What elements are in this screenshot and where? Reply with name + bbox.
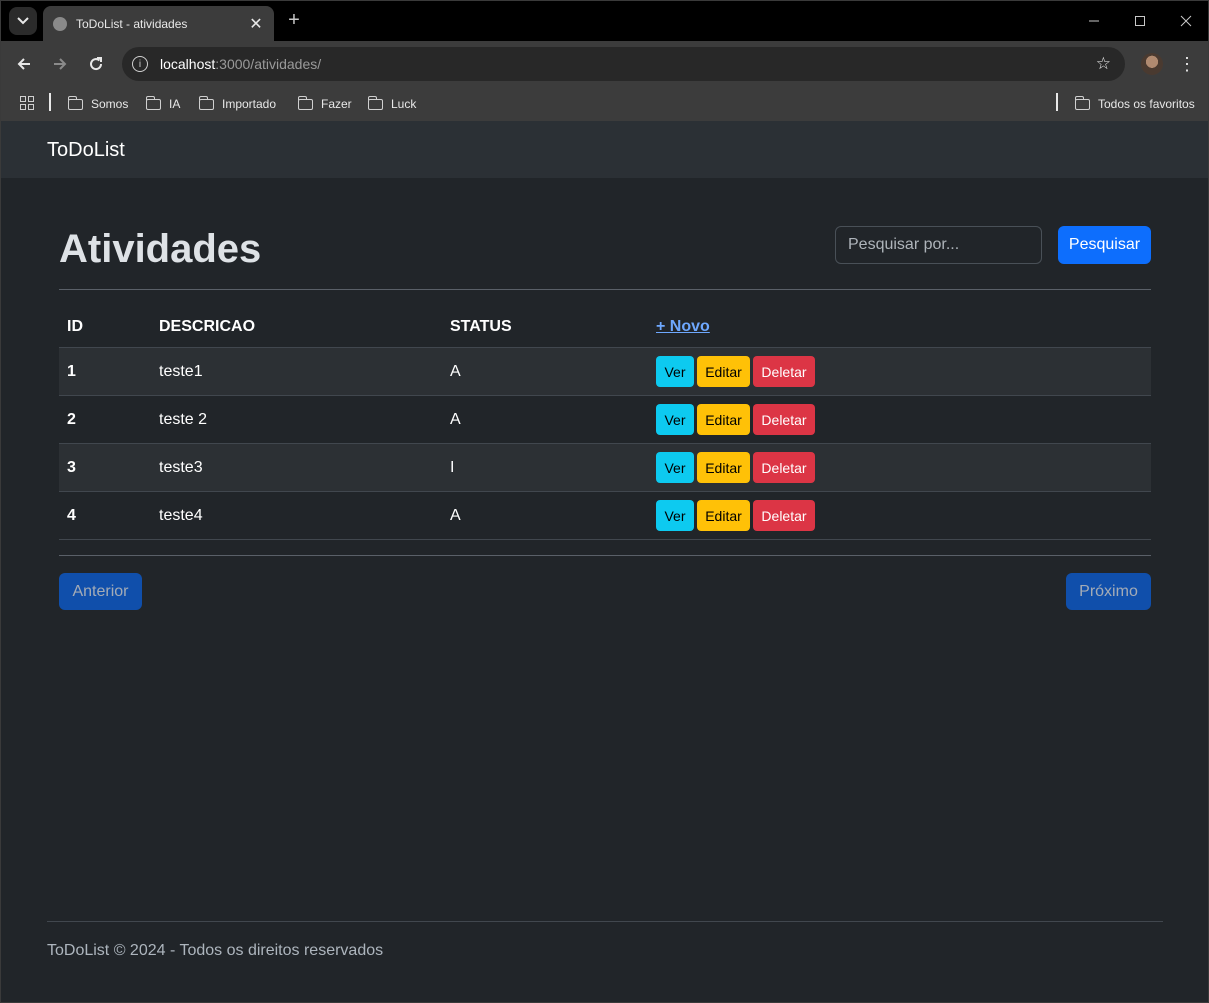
url-path: :3000/atividades/	[215, 56, 322, 72]
divider	[59, 555, 1151, 556]
bookmarks-bar: Somos IA Importado Fazer Luck Todos os f…	[1, 87, 1208, 122]
delete-button[interactable]: Deletar	[753, 500, 815, 531]
cell-status: A	[442, 491, 648, 540]
page-content: ToDoList Atividades Pesquisar ID DESCRIC…	[1, 121, 1208, 1002]
profile-avatar[interactable]	[1141, 53, 1163, 75]
browser-toolbar: i localhost:3000/atividades/ ☆ ⋮	[1, 41, 1208, 87]
cell-status: A	[442, 347, 648, 396]
next-page-button[interactable]: Próximo	[1066, 573, 1151, 610]
header-id: ID	[59, 307, 151, 348]
maximize-icon[interactable]	[1128, 9, 1152, 33]
bookmark-label: Fazer	[321, 97, 352, 111]
folder-icon	[67, 95, 83, 110]
folder-icon	[198, 95, 214, 110]
apps-grid-icon[interactable]	[20, 96, 34, 110]
header-descricao: DESCRICAO	[151, 307, 442, 348]
cell-actions: Ver Editar Deletar	[648, 395, 1151, 444]
view-button[interactable]: Ver	[656, 356, 694, 387]
bookmark-label: Importado	[222, 97, 277, 111]
bookmark-luck[interactable]: Luck	[367, 93, 417, 115]
cell-descricao: teste3	[151, 443, 442, 492]
table-row: 2 teste 2 A Ver Editar Deletar	[59, 395, 1151, 444]
tab-strip: ToDoList - atividades ✕ +	[1, 1, 1208, 41]
edit-button[interactable]: Editar	[697, 500, 750, 531]
bookmark-star-icon[interactable]: ☆	[1096, 54, 1111, 74]
chevron-down-icon	[17, 17, 29, 25]
bookmark-separator	[49, 93, 51, 111]
footer-divider	[47, 921, 1163, 922]
bookmark-label: IA	[169, 97, 181, 111]
new-activity-link[interactable]: + Novo	[656, 318, 710, 335]
cell-descricao: teste 2	[151, 395, 442, 444]
active-tab[interactable]: ToDoList - atividades ✕	[43, 6, 274, 41]
forward-arrow-icon[interactable]	[48, 52, 72, 76]
table-row: 1 teste1 A Ver Editar Deletar	[59, 347, 1151, 396]
view-button[interactable]: Ver	[656, 452, 694, 483]
divider	[59, 289, 1151, 290]
activities-table: ID DESCRICAO STATUS + Novo 1 teste1 A Ve…	[59, 307, 1151, 540]
search-button[interactable]: Pesquisar	[1058, 226, 1151, 264]
bookmark-all-favorites[interactable]: Todos os favoritos	[1074, 93, 1195, 115]
cell-id: 1	[59, 347, 151, 396]
delete-button[interactable]: Deletar	[753, 404, 815, 435]
site-info-icon[interactable]: i	[132, 56, 148, 72]
cell-actions: Ver Editar Deletar	[648, 491, 1151, 540]
page-title: Atividades	[59, 227, 262, 271]
reload-icon[interactable]	[84, 52, 108, 76]
view-button[interactable]: Ver	[656, 404, 694, 435]
cell-descricao: teste4	[151, 491, 442, 540]
folder-icon	[297, 95, 313, 110]
bookmark-fazer[interactable]: Fazer	[297, 93, 352, 115]
cell-actions: Ver Editar Deletar	[648, 443, 1151, 492]
globe-icon	[53, 16, 67, 31]
bookmark-label: Todos os favoritos	[1098, 97, 1195, 111]
header-actions: + Novo	[648, 307, 1151, 348]
minimize-icon[interactable]	[1082, 9, 1106, 33]
cell-id: 4	[59, 491, 151, 540]
new-tab-icon[interactable]: +	[283, 9, 305, 31]
cell-actions: Ver Editar Deletar	[648, 347, 1151, 396]
edit-button[interactable]: Editar	[697, 404, 750, 435]
bookmark-separator	[1056, 93, 1058, 111]
cell-descricao: teste1	[151, 347, 442, 396]
folder-icon	[1074, 95, 1090, 110]
bookmark-label: Somos	[91, 97, 129, 111]
bookmark-importado[interactable]: Importado	[198, 93, 277, 115]
search-input[interactable]	[835, 226, 1042, 264]
back-arrow-icon[interactable]	[12, 52, 36, 76]
bookmark-ia[interactable]: IA	[145, 93, 181, 115]
delete-button[interactable]: Deletar	[753, 356, 815, 387]
bookmark-somos[interactable]: Somos	[67, 93, 129, 115]
menu-dots-icon[interactable]: ⋮	[1177, 53, 1197, 75]
tab-search-button[interactable]	[9, 7, 37, 35]
cell-id: 2	[59, 395, 151, 444]
url-host: localhost	[160, 56, 216, 72]
cell-status: A	[442, 395, 648, 444]
close-tab-icon[interactable]: ✕	[246, 14, 266, 34]
app-navbar: ToDoList	[1, 121, 1208, 178]
previous-page-button[interactable]: Anterior	[59, 573, 142, 610]
navbar-brand[interactable]: ToDoList	[47, 139, 125, 162]
table-header-row: ID DESCRICAO STATUS + Novo	[59, 307, 1151, 348]
table-row: 3 teste3 I Ver Editar Deletar	[59, 443, 1151, 492]
edit-button[interactable]: Editar	[697, 356, 750, 387]
header-status: STATUS	[442, 307, 648, 348]
bookmark-label: Luck	[391, 97, 417, 111]
folder-icon	[145, 95, 161, 110]
close-window-icon[interactable]	[1174, 9, 1198, 33]
browser-window: ToDoList - atividades ✕ + i localhost:30…	[0, 0, 1209, 1003]
table-row: 4 teste4 A Ver Editar Deletar	[59, 491, 1151, 540]
footer-text: ToDoList © 2024 - Todos os direitos rese…	[47, 942, 384, 959]
address-bar[interactable]: i localhost:3000/atividades/ ☆	[122, 47, 1125, 81]
view-button[interactable]: Ver	[656, 500, 694, 531]
tab-title: ToDoList - atividades	[76, 16, 188, 31]
edit-button[interactable]: Editar	[697, 452, 750, 483]
delete-button[interactable]: Deletar	[753, 452, 815, 483]
cell-status: I	[442, 443, 648, 492]
folder-icon	[367, 95, 383, 110]
cell-id: 3	[59, 443, 151, 492]
